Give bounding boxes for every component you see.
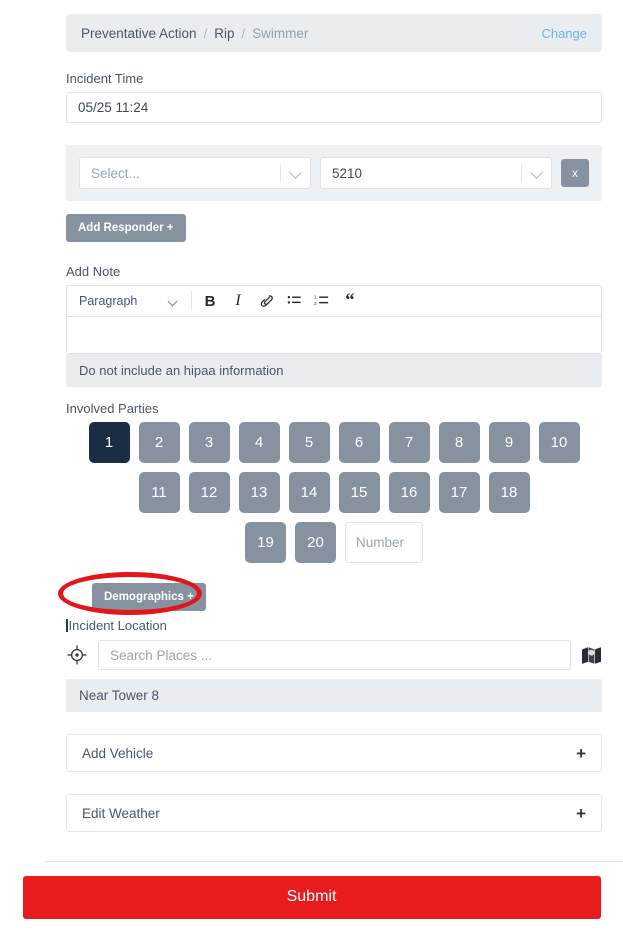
breadcrumb: Preventative Action / Rip / Swimmer Chan… [66,14,602,52]
party-button-5[interactable]: 5 [288,422,330,463]
submit-bar: Submit [0,863,623,931]
breadcrumb-item-2[interactable]: Rip [214,26,234,41]
add-note-label: Add Note [66,264,121,279]
breadcrumb-item-1[interactable]: Preventative Action [81,26,197,41]
select-divider [521,164,522,183]
party-button-11[interactable]: 11 [138,472,180,513]
italic-glyph: I [235,292,241,309]
breadcrumb-separator-2: / [241,25,246,41]
incident-time-input[interactable] [66,92,602,123]
responder-row: Select... 5210 x [66,145,602,201]
svg-text:1: 1 [314,295,317,300]
party-number-input[interactable] [345,522,423,563]
breadcrumb-items: Preventative Action / Rip / Swimmer [81,26,308,41]
party-button-12[interactable]: 12 [188,472,230,513]
location-result[interactable]: Near Tower 8 [66,679,602,712]
location-search-row [66,640,602,670]
party-button-7[interactable]: 7 [388,422,430,463]
breadcrumb-item-3[interactable]: Swimmer [252,26,308,41]
party-button-1[interactable]: 1 [88,422,130,463]
responder-id-select[interactable]: 5210 [320,157,552,189]
plus-icon: + [576,743,586,763]
party-button-18[interactable]: 18 [488,472,530,513]
paragraph-format-select[interactable]: Paragraph [69,287,187,316]
incident-report-page: Preventative Action / Rip / Swimmer Chan… [0,0,623,931]
bold-icon[interactable]: B [196,287,224,315]
paragraph-format-value: Paragraph [79,294,138,308]
party-button-6[interactable]: 6 [338,422,380,463]
bullet-list-icon[interactable] [280,287,308,315]
demographics-button[interactable]: Demographics + [92,583,206,611]
submit-button[interactable]: Submit [22,875,601,919]
number-row-2: 11 12 13 14 15 16 17 18 [66,472,602,513]
number-row-3: 19 20 [66,522,602,563]
party-button-9[interactable]: 9 [488,422,530,463]
chevron-down-icon [167,296,178,306]
party-button-14[interactable]: 14 [288,472,330,513]
demographics-area: Demographics + [58,572,602,618]
number-row-1: 1 2 3 4 5 6 7 8 9 10 [66,422,602,463]
party-button-10[interactable]: 10 [538,422,580,463]
party-button-20[interactable]: 20 [295,522,336,563]
remove-responder-button[interactable]: x [561,159,589,187]
party-button-16[interactable]: 16 [388,472,430,513]
party-button-3[interactable]: 3 [188,422,230,463]
party-button-15[interactable]: 15 [338,472,380,513]
responder-type-select[interactable]: Select... [79,157,311,189]
party-button-13[interactable]: 13 [238,472,280,513]
svg-text:2: 2 [314,301,317,306]
incident-location-label-wrap: Incident Location [66,618,602,633]
responder-type-value: Select... [91,165,140,181]
numbered-list-icon[interactable]: 1 2 [308,287,336,315]
text-cursor [66,619,68,632]
party-button-19[interactable]: 19 [245,522,286,563]
party-button-4[interactable]: 4 [238,422,280,463]
crosshair-target-icon[interactable] [66,644,88,666]
add-vehicle-section[interactable]: Add Vehicle + [66,734,602,772]
party-button-8[interactable]: 8 [438,422,480,463]
chevron-down-icon [530,166,543,179]
edit-weather-label: Edit Weather [82,805,160,821]
select-divider [280,164,281,183]
form-card: Preventative Action / Rip / Swimmer Chan… [45,0,623,862]
search-places-input[interactable] [98,640,571,670]
note-editor-body[interactable] [67,317,601,353]
add-responder-button[interactable]: Add Responder + [66,214,186,242]
editor-toolbar: Paragraph B I 1 2 “ [67,286,601,317]
responder-id-value: 5210 [332,165,363,181]
toolbar-divider [191,291,192,311]
blockquote-glyph: “ [345,290,355,312]
plus-icon: + [576,803,586,823]
blockquote-icon[interactable]: “ [336,287,364,315]
chevron-down-icon [289,166,302,179]
hipaa-hint: Do not include an hipaa information [66,354,602,387]
incident-time-label: Incident Time [66,71,144,86]
edit-weather-section[interactable]: Edit Weather + [66,794,602,832]
party-button-17[interactable]: 17 [438,472,480,513]
note-editor: Paragraph B I 1 2 “ [66,285,602,354]
breadcrumb-separator-1: / [203,25,208,41]
change-link[interactable]: Change [541,26,587,41]
party-button-2[interactable]: 2 [138,422,180,463]
italic-icon[interactable]: I [224,287,252,315]
involved-parties-label: Involved Parties [66,401,159,416]
bold-glyph: B [204,292,216,310]
involved-parties-grid: 1 2 3 4 5 6 7 8 9 10 11 12 13 14 15 16 1… [66,422,602,563]
incident-location-label: Incident Location [68,618,167,633]
folded-map-icon[interactable] [581,645,602,666]
add-vehicle-label: Add Vehicle [82,745,154,761]
link-icon[interactable] [252,287,280,315]
